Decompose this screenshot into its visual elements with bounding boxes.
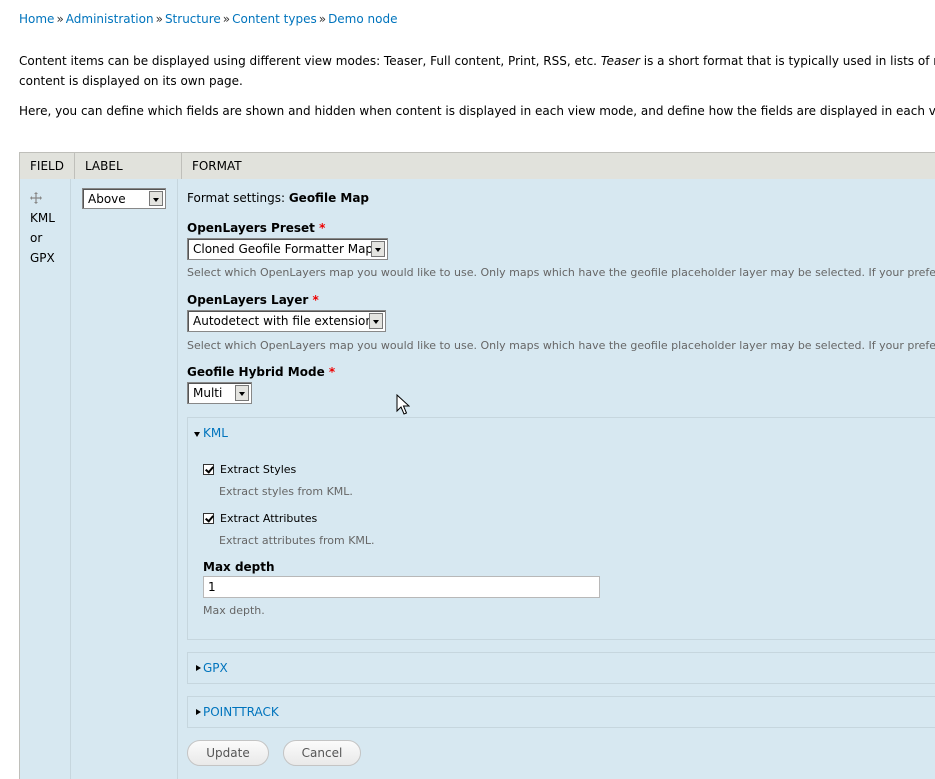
fields-table: Field Label Format [19,152,935,180]
extract-styles-checkbox[interactable] [203,464,214,475]
breadcrumb-content-types-link[interactable]: Content types [232,12,317,26]
chevron-down-icon [369,313,383,329]
mouse-cursor-icon [396,394,410,415]
breadcrumb-separator: » [155,12,163,26]
openlayers-layer-label: OpenLayers Layer * [187,293,319,307]
geofile-hybrid-mode-label-text: Geofile Hybrid Mode [187,365,325,379]
extract-attributes-label: Extract Attributes [220,512,318,525]
openlayers-layer-label-text: OpenLayers Layer [187,293,309,307]
max-depth-input-value: 1 [208,580,216,594]
max-depth-input[interactable]: 1 [203,576,600,598]
collapse-arrow-icon[interactable] [194,432,200,437]
breadcrumb: Home» Administration» Structure» Content ty… [19,12,397,26]
chevron-down-icon [149,191,163,206]
openlayers-preset-label-text: OpenLayers Preset [187,221,315,235]
breadcrumb-demo-node-link[interactable]: Demo node [328,12,397,26]
format-settings-value: Geofile Map [288,191,370,205]
max-depth-description: Max depth. [203,604,265,617]
expand-arrow-icon[interactable] [196,709,201,715]
geofile-hybrid-mode-select-value: Multi [193,386,223,400]
label-display-select-value: Above [88,192,126,206]
required-marker: * [328,365,336,379]
label-display-select[interactable]: Above [82,188,166,209]
chevron-down-icon [371,241,385,257]
breadcrumb-home-link[interactable]: Home [19,12,54,26]
extract-attributes-checkbox[interactable] [203,513,214,524]
format-settings-heading: Format settings: Geofile Map [187,191,369,205]
column-header-field: Field [19,152,75,180]
gpx-fieldset-toggle[interactable]: GPX [203,661,228,675]
kml-fieldset [187,417,935,640]
openlayers-layer-description: Select which OpenLayers map you would li… [187,339,935,352]
breadcrumb-separator: » [318,12,327,26]
gpx-fieldset [187,652,935,684]
openlayers-preset-select-value: Cloned Geofile Formatter Map [193,242,374,256]
openlayers-preset-description: Select which OpenLayers map you would li… [187,266,935,279]
openlayers-layer-select-value: Autodetect with file extension [193,314,373,328]
extract-attributes-description: Extract attributes from KML. [219,534,375,547]
breadcrumb-administration-link[interactable]: Administration [66,12,154,26]
field-name: KML or GPX [30,208,55,268]
openlayers-layer-select[interactable]: Autodetect with file extension [187,310,386,332]
extract-styles-description: Extract styles from KML. [219,485,353,498]
field-name-line: KML [30,211,55,225]
extract-styles-label: Extract Styles [220,463,297,476]
geofile-hybrid-mode-select[interactable]: Multi [187,382,252,404]
pointtrack-fieldset [187,696,935,728]
column-header-format: Format [180,152,935,180]
geofile-hybrid-mode-label: Geofile Hybrid Mode * [187,365,335,379]
openlayers-preset-label: OpenLayers Preset * [187,221,325,235]
required-marker: * [312,293,319,307]
required-marker: * [319,221,326,235]
intro-paragraph-2: Here, you can define which fields are sh… [19,104,935,118]
breadcrumb-structure-link[interactable]: Structure [165,12,221,26]
kml-fieldset-toggle[interactable]: KML [203,426,228,440]
intro-paragraph-1-cont: content is displayed on its own page. [19,74,243,88]
column-divider [177,179,178,779]
openlayers-preset-select[interactable]: Cloned Geofile Formatter Map [187,238,388,260]
intro-text: Content items can be displayed using dif… [19,54,601,68]
chevron-down-icon [235,385,249,401]
field-name-line: GPX [30,251,55,265]
drag-handle-icon[interactable] [30,192,42,204]
breadcrumb-separator: » [56,12,64,26]
column-header-label: Label [73,152,182,180]
intro-text: is a short format that is typically used… [643,54,935,68]
update-button[interactable]: Update [187,740,269,766]
breadcrumb-separator: » [222,12,231,26]
intro-paragraph-1: Content items can be displayed using dif… [19,51,935,71]
intro-teaser-emphasis: Teaser [600,54,640,68]
max-depth-label: Max depth [203,560,275,574]
pointtrack-fieldset-toggle[interactable]: POINTTRACK [203,705,279,719]
format-settings-label: Format settings: [187,191,285,205]
expand-arrow-icon[interactable] [196,665,201,671]
field-name-line: or [30,231,43,245]
cancel-button[interactable]: Cancel [283,740,361,766]
column-divider [70,179,71,779]
